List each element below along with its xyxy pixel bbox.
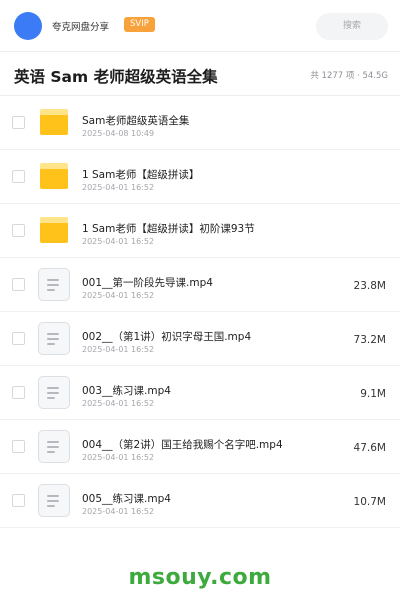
row-checkbox[interactable] bbox=[12, 224, 25, 237]
item-date: 2025-04-01 16:52 bbox=[82, 237, 155, 246]
item-name[interactable]: 003__练习课.mp4 bbox=[82, 383, 171, 398]
search-input[interactable]: 搜索 bbox=[316, 13, 388, 40]
item-name[interactable]: 1 Sam老师【超级拼读】 bbox=[82, 167, 199, 182]
folder-icon bbox=[40, 163, 68, 189]
item-size: 47.6M bbox=[353, 442, 386, 454]
folder-row[interactable]: 1 Sam老师【超级拼读】初阶课93节 2025-04-01 16:52 bbox=[0, 204, 400, 258]
file-row[interactable]: 002__（第1讲）初识字母王国.mp4 2025-04-01 16:52 73.2… bbox=[0, 312, 400, 366]
file-row[interactable]: 001__第一阶段先导课.mp4 2025-04-01 16:52 23.8M bbox=[0, 258, 400, 312]
row-checkbox[interactable] bbox=[12, 494, 25, 507]
item-date: 2025-04-01 16:52 bbox=[82, 291, 155, 300]
item-name[interactable]: 004__（第2讲）国王给我赐个名字吧.mp4 bbox=[82, 437, 283, 452]
item-date: 2025-04-01 16:52 bbox=[82, 507, 155, 516]
item-date: 2025-04-01 16:52 bbox=[82, 399, 155, 408]
item-name[interactable]: 1 Sam老师【超级拼读】初阶课93节 bbox=[82, 221, 255, 236]
page-title: 英语 Sam 老师超级英语全集 bbox=[14, 68, 218, 86]
folder-icon bbox=[40, 109, 68, 135]
file-icon bbox=[38, 322, 70, 355]
row-checkbox[interactable] bbox=[12, 386, 25, 399]
item-date: 2025-04-01 16:52 bbox=[82, 345, 155, 354]
file-icon bbox=[38, 430, 70, 463]
avatar[interactable] bbox=[14, 12, 42, 40]
file-list: Sam老师超级英语全集 2025-04-08 10:49 1 Sam老师【超级拼读】… bbox=[0, 96, 400, 528]
file-icon bbox=[38, 376, 70, 409]
row-checkbox[interactable] bbox=[12, 170, 25, 183]
file-row[interactable]: 004__（第2讲）国王给我赐个名字吧.mp4 2025-04-01 16:52 4… bbox=[0, 420, 400, 474]
file-row[interactable]: 005__练习课.mp4 2025-04-01 16:52 10.7M bbox=[0, 474, 400, 528]
watermark: msouy.com bbox=[128, 565, 272, 590]
title-row: 英语 Sam 老师超级英语全集 共 1277 项 · 54.5G bbox=[0, 52, 400, 96]
file-icon bbox=[38, 484, 70, 517]
item-date: 2025-04-08 10:49 bbox=[82, 129, 155, 138]
row-checkbox[interactable] bbox=[12, 332, 25, 345]
file-icon bbox=[38, 268, 70, 301]
folder-icon bbox=[40, 217, 68, 243]
item-size: 73.2M bbox=[353, 334, 386, 346]
item-date: 2025-04-01 16:52 bbox=[82, 453, 155, 462]
item-size: 23.8M bbox=[353, 280, 386, 292]
item-name[interactable]: Sam老师超级英语全集 bbox=[82, 113, 189, 128]
item-name[interactable]: 005__练习课.mp4 bbox=[82, 491, 171, 506]
item-summary: 共 1277 项 · 54.5G bbox=[310, 71, 388, 81]
row-checkbox[interactable] bbox=[12, 440, 25, 453]
folder-row[interactable]: Sam老师超级英语全集 2025-04-08 10:49 bbox=[0, 96, 400, 150]
item-size: 10.7M bbox=[353, 496, 386, 508]
item-size: 9.1M bbox=[360, 388, 386, 400]
item-name[interactable]: 001__第一阶段先导课.mp4 bbox=[82, 275, 213, 290]
item-name[interactable]: 002__（第1讲）初识字母王国.mp4 bbox=[82, 329, 251, 344]
row-checkbox[interactable] bbox=[12, 278, 25, 291]
folder-row[interactable]: 1 Sam老师【超级拼读】 2025-04-01 16:52 bbox=[0, 150, 400, 204]
row-checkbox[interactable] bbox=[12, 116, 25, 129]
item-date: 2025-04-01 16:52 bbox=[82, 183, 155, 192]
svip-badge: SVIP bbox=[124, 17, 155, 32]
file-row[interactable]: 003__练习课.mp4 2025-04-01 16:52 9.1M bbox=[0, 366, 400, 420]
share-header: 夸克网盘分享 SVIP 搜索 bbox=[0, 0, 400, 52]
share-name[interactable]: 夸克网盘分享 bbox=[52, 19, 109, 33]
